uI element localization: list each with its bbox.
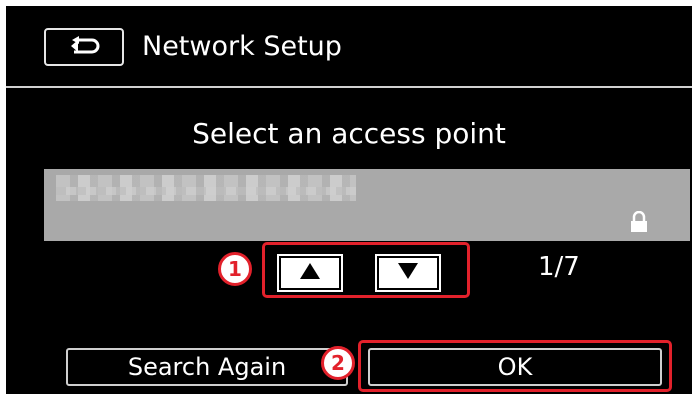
triangle-up-icon [300, 263, 320, 279]
page-indicator: 1/7 [538, 252, 580, 282]
blurred-ssid-overlay [56, 187, 356, 195]
callout-2: 2 [321, 346, 355, 380]
header: Network Setup [6, 6, 692, 88]
header-divider [6, 86, 692, 88]
back-button[interactable] [44, 28, 124, 66]
prompt-text: Select an access point [192, 117, 506, 150]
search-again-button[interactable]: Search Again [66, 348, 348, 386]
scroll-up-button[interactable] [279, 256, 341, 290]
triangle-down-icon [398, 263, 418, 279]
scroll-down-button[interactable] [377, 256, 439, 290]
ok-button[interactable]: OK [368, 348, 662, 386]
scroll-arrows-highlight [262, 242, 470, 298]
callout-1: 1 [218, 252, 252, 286]
camera-screen: Network Setup Select an access point 1 1… [6, 6, 692, 394]
lock-icon [631, 211, 647, 232]
return-arrow-icon [71, 36, 100, 54]
access-point-item[interactable] [44, 169, 690, 241]
page-title: Network Setup [142, 31, 342, 62]
